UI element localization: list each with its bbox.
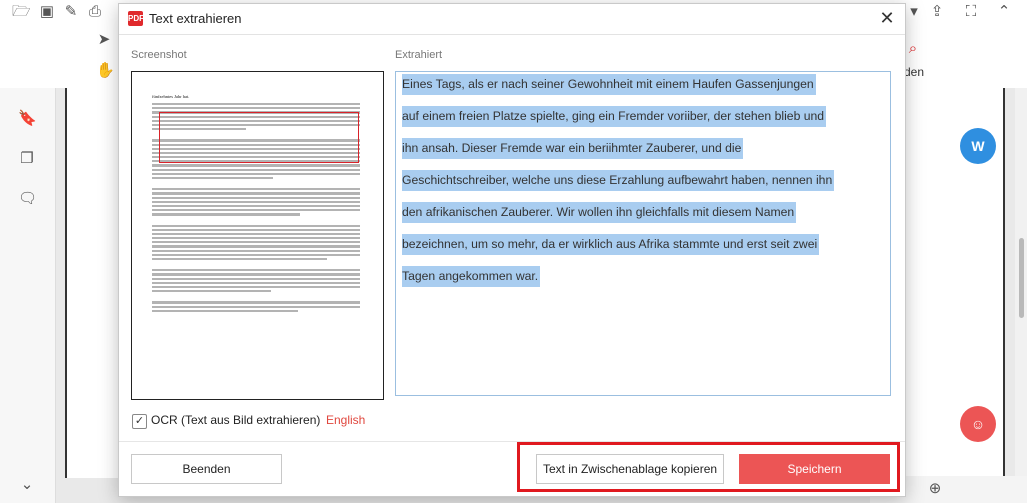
screenshot-label: Screenshot: [131, 49, 187, 61]
thumbnail-text-line: [152, 245, 360, 248]
select-cursor-icon[interactable]: ➤: [95, 31, 113, 49]
screenshot-preview: fünfzehntes Jahr hat.: [131, 71, 384, 400]
extracted-line: Eines Tags, als er nach seiner Gewohnhei…: [402, 74, 816, 95]
scroll-thumb[interactable]: [1019, 238, 1024, 318]
thumbnail-text-line: [152, 213, 300, 216]
ocr-checkbox[interactable]: ✓: [132, 414, 147, 429]
thumbnail-text-line: [152, 192, 360, 195]
extract-text-dialog: PDF Text extrahieren ✕ Screenshot Extrah…: [118, 3, 906, 497]
extracted-line: Tagen angekommen war.: [402, 266, 541, 287]
close-icon[interactable]: ✕: [877, 8, 897, 28]
thumbnail-paragraph-gap: [152, 218, 360, 223]
save-icon[interactable]: ▣: [38, 3, 56, 21]
word-convert-icon[interactable]: W: [960, 128, 996, 164]
left-sidebar: 🔖 ❐ 🗨 ⌄: [0, 88, 56, 503]
thumbnail-text-line: [152, 164, 360, 167]
extracted-line: den afrikanischen Zauberer. Wir wollen i…: [402, 202, 797, 223]
thumbnail-text-line: [152, 277, 360, 280]
thumbnail-text-line: [152, 103, 360, 106]
thumbnail-text-line: [152, 241, 360, 244]
share-icon[interactable]: ⇪: [928, 3, 946, 21]
thumbnail-paragraph-gap: [152, 181, 360, 186]
thumbnail-text-line: [152, 209, 360, 212]
thumbnail-text-line: [152, 249, 360, 252]
zoom-in-icon[interactable]: ⊕: [926, 480, 944, 498]
ai-assistant-icon[interactable]: ☺: [960, 406, 996, 442]
ocr-language-link[interactable]: English: [326, 413, 365, 427]
thumbnail-paragraph-gap: [152, 314, 360, 319]
hand-tool-icon[interactable]: ✋: [96, 62, 115, 80]
thumbnail-text-line: [152, 258, 327, 261]
thumbnail-text-line: [152, 305, 360, 308]
chevron-down-icon[interactable]: ⌄: [18, 476, 36, 494]
extracted-line: bezeichnen, um so mehr, da er wirklich a…: [402, 234, 820, 255]
chevron-up-icon[interactable]: ⌃: [995, 3, 1013, 21]
open-folder-icon[interactable]: 🗁: [12, 3, 31, 21]
ocr-label: OCR (Text aus Bild extrahieren): [151, 413, 321, 427]
thumbnail-text-line: [152, 188, 360, 191]
thumbnail-text-line: [152, 301, 360, 304]
chevron-down-icon[interactable]: ▾: [905, 3, 923, 21]
print-icon[interactable]: ⎙: [86, 3, 104, 21]
screenshot-heading: fünfzehntes Jahr hat.: [152, 94, 190, 99]
extracted-line: Geschichtschreiber, welche uns diese Erz…: [402, 170, 835, 191]
thumbnail-text-line: [152, 168, 360, 171]
thumbnail-text-line: [152, 200, 360, 203]
selection-highlight: [159, 112, 359, 163]
fullscreen-icon[interactable]: ⛶: [962, 3, 980, 21]
thumbnail-paragraph-gap: [152, 262, 360, 267]
thumbnail-text-line: [152, 177, 273, 180]
search-icon[interactable]: ⌕: [904, 40, 922, 58]
extracted-line: ihn ansah. Dieser Fremde war ein beriihm…: [402, 138, 744, 159]
thumbnail-text-line: [152, 253, 360, 256]
scrollbar[interactable]: [1015, 88, 1027, 503]
thumbnail-text-line: [152, 196, 360, 199]
thumbnail-text-line: [152, 273, 360, 276]
thumbnail-text-line: [152, 269, 360, 272]
thumbnail-text-line: [152, 107, 360, 110]
pages-icon[interactable]: ❐: [18, 150, 36, 168]
thumbnail-text-line: [152, 237, 360, 240]
thumbnail-text-line: [152, 204, 360, 208]
app-logo-icon: PDF: [128, 11, 144, 26]
thumbnail-text-line: [152, 172, 360, 175]
thumbnail-text-line: [152, 281, 360, 284]
extracted-label: Extrahiert: [395, 49, 443, 61]
extracted-line: auf einem freien Platze spielte, ging ei…: [402, 106, 827, 127]
thumbnail-paragraph-gap: [152, 294, 360, 299]
dialog-title: Text extrahieren: [149, 11, 242, 26]
thumbnail-text-line: [152, 309, 298, 312]
extracted-text-area[interactable]: Eines Tags, als er nach seiner Gewohnhei…: [395, 71, 891, 396]
thumbnail-text-line: [152, 224, 360, 227]
buttons-highlight-frame: [517, 442, 900, 492]
thumbnail-text-line: [152, 232, 360, 236]
dialog-header: PDF Text extrahieren ✕: [119, 4, 905, 35]
comment-icon[interactable]: 🗨: [18, 190, 37, 208]
toolbar-label-fragment[interactable]: den: [904, 65, 924, 79]
edit-document-icon[interactable]: ✎: [62, 3, 80, 21]
thumbnail-text-line: [152, 228, 360, 231]
close-button[interactable]: Beenden: [131, 454, 282, 484]
bookmark-icon[interactable]: 🔖: [18, 110, 37, 128]
thumbnail-text-line: [152, 290, 271, 293]
thumbnail-text-line: [152, 285, 360, 289]
